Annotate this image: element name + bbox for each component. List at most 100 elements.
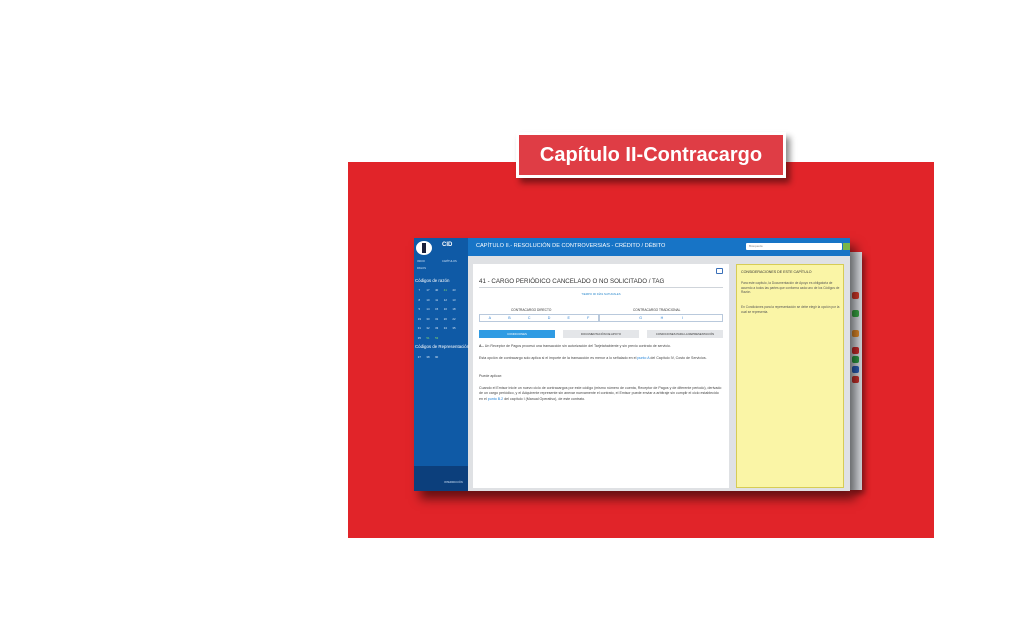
divider (479, 287, 723, 288)
footer-link-interdiccion[interactable]: INTERDICCIÓN (444, 481, 463, 484)
app-icon-red[interactable] (852, 292, 859, 299)
reason-code[interactable] (458, 326, 467, 330)
paragraph-text: Un Receptor de Pagos procesó una transac… (484, 344, 671, 348)
time-limit: TIEMPO 90 DÍAS NATURALES (581, 292, 621, 296)
reason-code[interactable]: 12 (441, 298, 450, 302)
paragraph-applies: Puede aplicar: (479, 374, 502, 378)
app-icon-red[interactable] (852, 347, 859, 354)
sidebar-footer: INTERDICCIÓN (414, 466, 468, 491)
reason-code[interactable]: 35 (450, 326, 459, 330)
reason-code[interactable]: 20 (441, 317, 450, 321)
option-b[interactable]: B (508, 316, 510, 320)
app-icon-green[interactable] (852, 356, 859, 363)
representation-code[interactable] (458, 355, 467, 359)
page-header: CAPÍTULO II.- RESOLUCIÓN DE CONTROVERSIA… (476, 243, 666, 249)
reason-code[interactable]: 31 (415, 326, 424, 330)
reason-code[interactable] (458, 298, 467, 302)
representation-code[interactable]: 38 (424, 355, 433, 359)
chapter-notes: CONSIDERACIONES DE ESTE CAPÍTULO Para es… (736, 264, 844, 488)
top-bar: CAPÍTULO II.- RESOLUCIÓN DE CONTROVERSIA… (468, 238, 850, 256)
reason-code[interactable]: 14 (424, 307, 433, 311)
paragraph-text: Esta opción de contracargo solo aplica s… (479, 356, 637, 360)
reason-code[interactable]: 8 (415, 298, 424, 302)
option-h[interactable]: H (661, 316, 664, 320)
reason-code[interactable]: 30 (424, 317, 433, 321)
representation-code[interactable]: 90 (432, 355, 441, 359)
option-d[interactable]: D (548, 316, 551, 320)
traditional-chargeback-label: CONTRACARGO TRADICIONAL (633, 308, 681, 312)
search-input[interactable]: Búsqueda (746, 243, 850, 250)
search-button[interactable] (843, 243, 850, 250)
reason-code[interactable]: 40 (432, 288, 441, 292)
reason-code[interactable]: 13 (450, 298, 459, 302)
code-title: 41 - CARGO PERIÓDICO CANCELADO O NO SOLI… (479, 278, 665, 285)
link-punto-b2[interactable]: punto B.2 (488, 397, 503, 401)
nav-inicio[interactable]: INICIO (417, 260, 425, 263)
option-f[interactable]: F (587, 316, 589, 320)
paragraph-a: A.- Un Receptor de Pagos procesó una tra… (479, 344, 723, 349)
reason-code[interactable]: 11 (432, 298, 441, 302)
nav-pagos[interactable]: PAGOS (417, 267, 426, 270)
app-screenshot: CID INICIO CAPÍTULOS PAGOS Códigos de ra… (414, 238, 862, 491)
direct-options: A B C D E F (479, 314, 599, 322)
paragraph-text: del capítulo I (Manual Operativo), de es… (504, 396, 586, 401)
reason-code[interactable]: 5 (415, 307, 424, 311)
app-icon-green[interactable] (852, 310, 859, 317)
notes-heading: CONSIDERACIONES DE ESTE CAPÍTULO (741, 270, 812, 274)
paragraph-text: del Capítulo IV, Costo de Servicios. (650, 356, 707, 360)
section-reason-codes: Códigos de razón (415, 278, 450, 283)
link-punto-a[interactable]: punto A (637, 356, 649, 360)
option-e[interactable]: E (568, 316, 570, 320)
representation-code[interactable] (441, 355, 450, 359)
app-icon-red[interactable] (852, 376, 859, 383)
option-g[interactable]: G (639, 316, 642, 320)
reason-code[interactable]: 34 (441, 326, 450, 330)
reason-code[interactable] (458, 288, 467, 292)
option-i[interactable]: I (682, 316, 683, 320)
notes-paragraph: Para este capítulo, la Documentación de … (741, 281, 840, 294)
reason-code-active[interactable]: 51 (424, 336, 433, 340)
taskbar-strip (850, 252, 862, 490)
tab-supporting-docs[interactable]: DOCUMENTACIÓN DE APOYO (563, 330, 639, 338)
reason-code-active[interactable]: 53 (432, 336, 441, 340)
reason-code[interactable]: 43 (450, 288, 459, 292)
reason-code[interactable]: 15 (432, 307, 441, 311)
paragraph-lead: A.- (479, 344, 484, 348)
reason-code[interactable] (458, 307, 467, 311)
reason-code[interactable]: 32 (424, 326, 433, 330)
reason-code[interactable]: 7 (415, 288, 424, 292)
brand: CID (442, 242, 453, 248)
app-icon-orange[interactable] (852, 330, 859, 337)
reason-code[interactable]: 10 (424, 298, 433, 302)
reason-code[interactable]: 16 (441, 307, 450, 311)
reason-code-active[interactable]: 41 (441, 288, 450, 292)
reason-code[interactable]: 17 (424, 288, 433, 292)
direct-chargeback-label: CONTRACARGO DIRECTO (511, 308, 552, 312)
option-c[interactable]: C (528, 316, 531, 320)
word-icon[interactable] (852, 366, 859, 373)
reason-code[interactable] (458, 317, 467, 321)
reason-code[interactable]: 31 (432, 317, 441, 321)
logo-icon (416, 241, 432, 255)
representation-code[interactable]: 37 (415, 355, 424, 359)
app-window: CID INICIO CAPÍTULOS PAGOS Códigos de ra… (414, 238, 850, 491)
reason-code[interactable]: 19 (415, 317, 424, 321)
reason-code[interactable] (441, 336, 450, 340)
reason-code[interactable]: 35 (415, 336, 424, 340)
print-icon[interactable] (716, 268, 723, 274)
option-a[interactable]: A (489, 316, 491, 320)
reason-code[interactable]: 33 (432, 326, 441, 330)
paragraph-arbitration: Cuando el Emisor inicie un nuevo ciclo d… (479, 386, 723, 402)
search-placeholder: Búsqueda (749, 244, 763, 248)
nav-capitulos[interactable]: CAPÍTULOS (442, 260, 457, 263)
representation-code[interactable] (450, 355, 459, 359)
reason-code[interactable]: 22 (450, 317, 459, 321)
chapter-title: Capítulo II-Contracargo (516, 132, 786, 178)
reason-code[interactable] (458, 336, 467, 340)
reason-code[interactable] (450, 336, 459, 340)
sidebar: CID INICIO CAPÍTULOS PAGOS Códigos de ra… (414, 238, 469, 491)
paragraph-amount: Esta opción de contracargo solo aplica s… (479, 356, 723, 361)
tab-representation-conditions[interactable]: CONDICIONES PARA LA REPRESENTACIÓN (647, 330, 723, 338)
reason-code[interactable]: 18 (450, 307, 459, 311)
tab-conditions[interactable]: CONDICIONES (479, 330, 555, 338)
